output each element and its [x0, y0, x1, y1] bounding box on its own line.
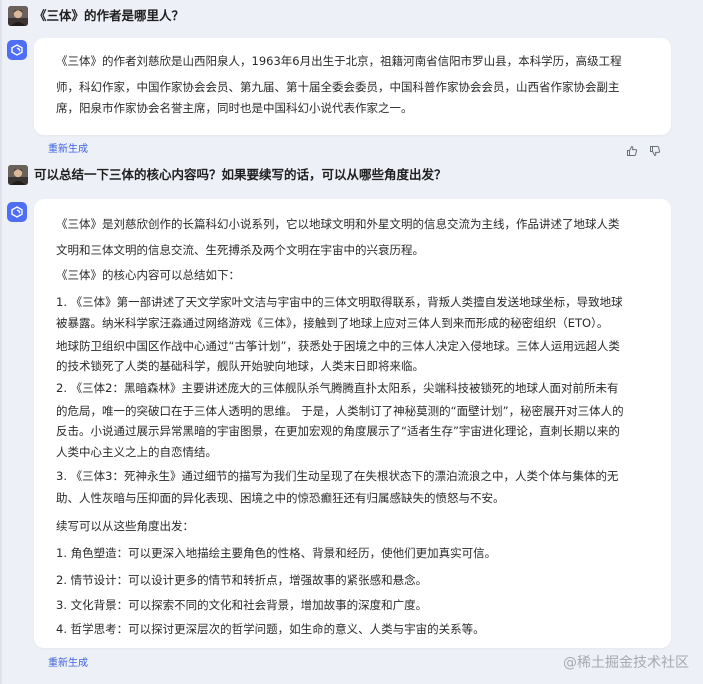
- user-avatar: [8, 6, 28, 26]
- answer-line: 席，阳泉市作家协会名誉主席，同时也是中国科幻小说代表作家之一。: [56, 101, 413, 115]
- watermark-text: @稀土掘金技术社区: [563, 655, 689, 671]
- answer-line: 反击。小说通过展示异常黑暗的宇宙图景，在更加宏观的角度展示了“适者生存”宇宙进化…: [56, 424, 620, 438]
- thumb-up-icon[interactable]: [626, 142, 638, 161]
- answer-line: 2. 《三体2：黑暗森林》主要讲述庞大的三体舰队杀气腾腾直扑太阳系，尖端科技被锁…: [56, 381, 619, 395]
- answer-line: 的技术锁死了人类的基础科学，舰队开始驶向地球，人类末日即将来临。: [56, 359, 424, 373]
- answer-line: 1. 《三体》第一部讲述了天文学家叶文洁与宇宙中的三体文明取得联系，背叛人类擅自…: [56, 295, 623, 309]
- bot-logo-icon: [7, 40, 27, 60]
- answer-line: 续写可以从这些角度出发：: [56, 519, 194, 533]
- answer-line: 人类中心主义之上的自恋情结。: [56, 445, 217, 459]
- answer-line: 2. 情节设计：可以设计更多的情节和转折点，增强故事的紧张感和悬念。: [56, 573, 428, 587]
- answer-line: 助、人性灰暗与压抑面的异化表现、困境之中的惊恐癫狂还有归属感缺失的愤怒与不安。: [56, 491, 505, 505]
- bot-logo-icon: [7, 202, 27, 222]
- answer-line: 1. 角色塑造：可以更深入地描绘主要角色的性格、背景和经历，使他们更加真实可信。: [56, 546, 497, 560]
- regenerate-button[interactable]: 重新生成: [48, 143, 88, 157]
- answer-line: 地球防卫组织中国区作战中心通过“古筝计划”，获悉处于困境之中的三体人决定入侵地球…: [56, 339, 620, 353]
- answer-line: 《三体》的作者刘慈欣是山西阳泉人，1963年6月出生于北京，祖籍河南省信阳市罗山…: [56, 54, 622, 68]
- user-question: 可以总结一下三体的核心内容吗？如果要续写的话，可以从哪些角度出发？: [34, 167, 447, 182]
- thumb-down-icon[interactable]: [649, 142, 661, 161]
- answer-line: 《三体》是刘慈欣创作的长篇科幻小说系列，它以地球文明和外星文明的信息交流为主线，…: [56, 217, 620, 231]
- answer-line: 师，科幻作家，中国作家协会会员、第九届、第十届全委会委员，中国科普作家协会会员，…: [56, 80, 620, 94]
- answer-line: 被暴露。纳米科学家汪淼通过网络游戏《三体》，接触到了地球上应对三体人到来而形成的…: [56, 316, 609, 330]
- feedback-actions: [626, 142, 661, 161]
- watermark: @稀土掘金技术社区: [563, 652, 689, 672]
- answer-line: 的危局，唯一的突破口在于三体人透明的思维。 于是，人类制订了神秘莫测的“面壁计划…: [56, 404, 624, 418]
- user-question: 《三体》的作者是哪里人？: [34, 8, 185, 23]
- answer-line: 3. 《三体3：死神永生》通过细节的描写为我们生动呈现了在失根状态下的漂泊流浪之…: [56, 469, 619, 483]
- left-rail: [0, 0, 2, 684]
- answer-line: 4. 哲学思考：可以探讨更深层次的哲学问题，如生命的意义、人类与宇宙的关系等。: [56, 622, 485, 636]
- user-avatar: [8, 165, 28, 185]
- answer-line: 文明和三体文明的信息交流、生死搏杀及两个文明在宇宙中的兴衰历程。: [56, 243, 424, 257]
- answer-line: 《三体》的核心内容可以总结如下：: [56, 268, 240, 282]
- answer-line: 3. 文化背景：可以探索不同的文化和社会背景，增加故事的深度和广度。: [56, 598, 428, 612]
- regenerate-button[interactable]: 重新生成: [48, 657, 88, 671]
